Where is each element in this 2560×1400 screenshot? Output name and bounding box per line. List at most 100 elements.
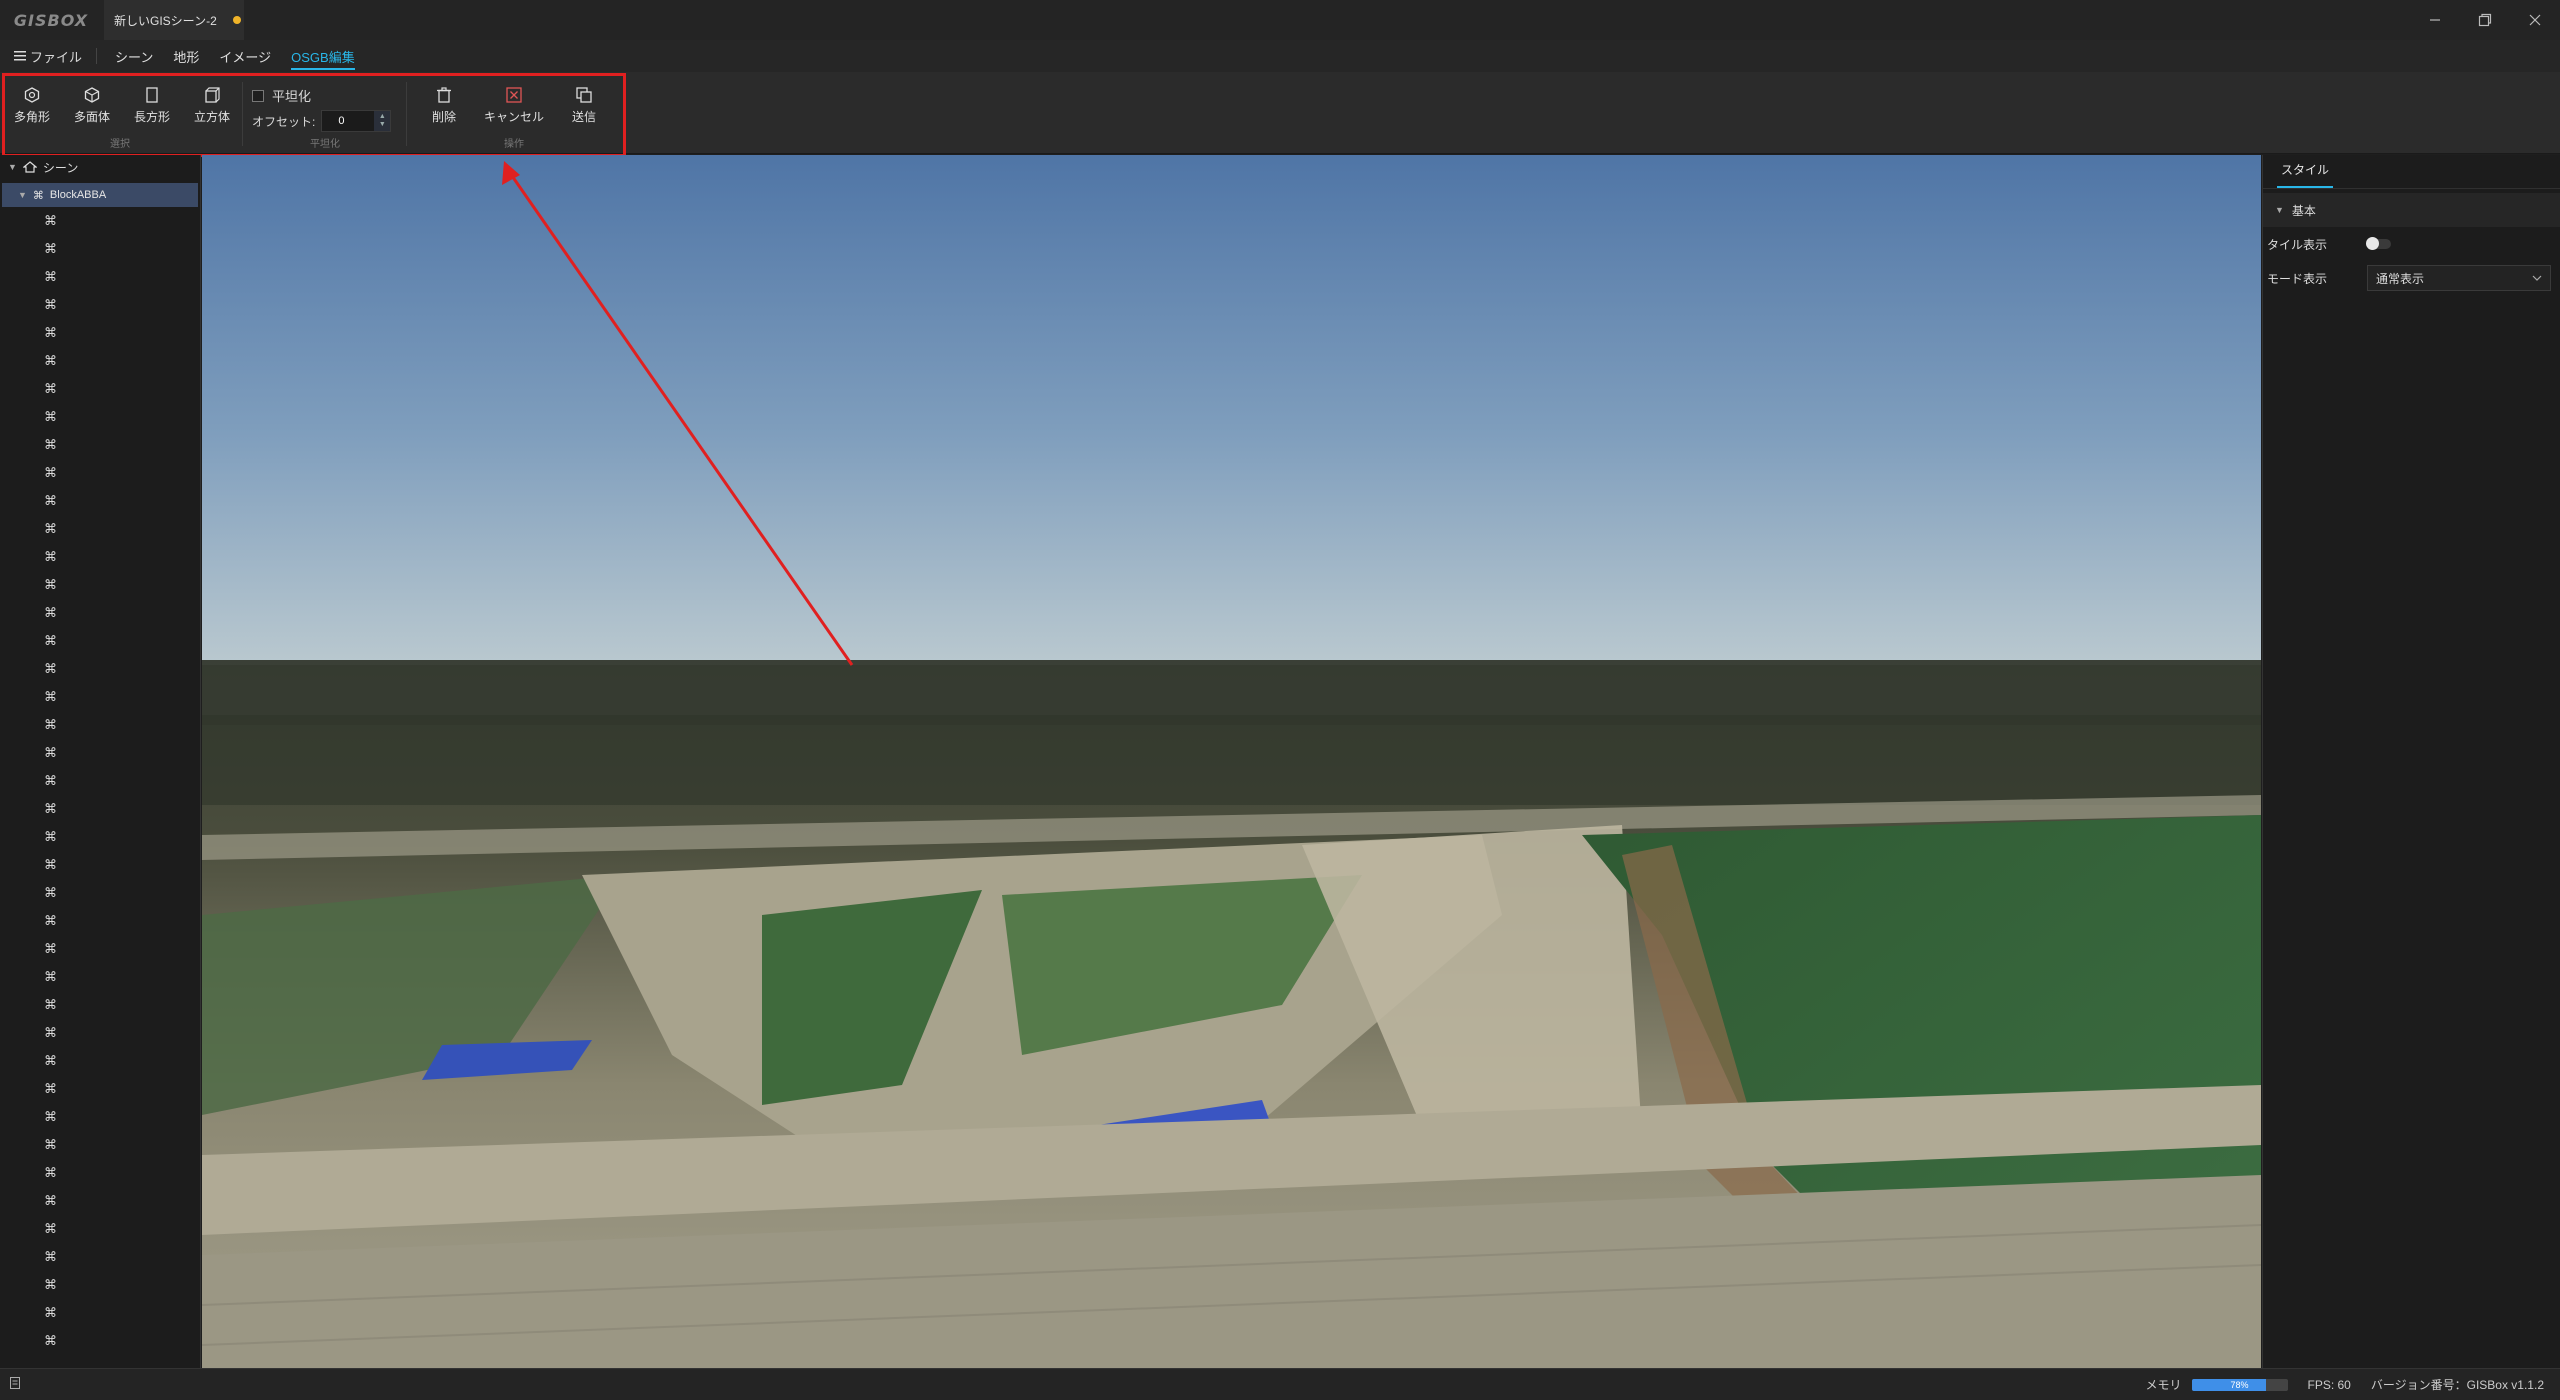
document-tab[interactable]: 新しいGISシーン-2 bbox=[104, 0, 244, 40]
minimize-icon[interactable] bbox=[2410, 0, 2460, 40]
stepper-arrows[interactable]: ▲ ▼ bbox=[374, 111, 391, 131]
send-label: 送信 bbox=[571, 110, 596, 124]
chevron-up-icon[interactable]: ▲ bbox=[379, 113, 386, 121]
tree-child-item[interactable]: ⌘ bbox=[0, 403, 200, 431]
tree-child-item[interactable]: ⌘ bbox=[0, 1215, 200, 1243]
tree-child-item[interactable]: ⌘ bbox=[0, 711, 200, 739]
tree-child-item[interactable]: ⌘ bbox=[0, 235, 200, 263]
tree-child-item[interactable]: ⌘ bbox=[0, 1271, 200, 1299]
mode-display-label: モード表示 bbox=[2267, 271, 2328, 286]
tree-child-item[interactable]: ⌘ bbox=[0, 879, 200, 907]
caret-down-icon[interactable]: ▼ bbox=[8, 162, 17, 172]
sky bbox=[202, 155, 2261, 662]
tile-display-toggle[interactable] bbox=[2366, 237, 2391, 250]
tree-child-item[interactable]: ⌘ bbox=[0, 459, 200, 487]
block-icon: ⌘ bbox=[44, 633, 57, 648]
tree-child-item[interactable]: ⌘ bbox=[0, 347, 200, 375]
send-button[interactable]: 送信 bbox=[556, 86, 612, 125]
tree-child-item[interactable]: ⌘ bbox=[0, 991, 200, 1019]
tree-child-item[interactable]: ⌘ bbox=[0, 1131, 200, 1159]
tree-child-item[interactable]: ⌘ bbox=[0, 823, 200, 851]
tree-child-item[interactable]: ⌘ bbox=[0, 599, 200, 627]
properties-panel: スタイル ▼ 基本 タイル表示 モード表示 通常表示 bbox=[2262, 155, 2560, 1368]
block-icon: ⌘ bbox=[44, 325, 57, 340]
flatten-checkbox-label: 平坦化 bbox=[272, 89, 312, 104]
caret-down-icon[interactable]: ▼ bbox=[18, 190, 27, 200]
tree-child-item[interactable]: ⌘ bbox=[0, 767, 200, 795]
tab-style[interactable]: スタイル bbox=[2277, 161, 2334, 188]
offset-value[interactable]: 0 bbox=[338, 115, 344, 127]
cancel-button[interactable]: キャンセル bbox=[474, 86, 554, 125]
block-icon: ⌘ bbox=[44, 409, 57, 424]
mode-display-value: 通常表示 bbox=[2376, 271, 2425, 286]
flatten-checkbox[interactable] bbox=[252, 89, 264, 102]
tab-scene[interactable]: シーン bbox=[105, 40, 163, 72]
tree-child-item[interactable]: ⌘ bbox=[0, 1299, 200, 1327]
3d-viewport[interactable] bbox=[202, 155, 2261, 1368]
tree-child-item[interactable]: ⌘ bbox=[0, 795, 200, 823]
tree-child-item[interactable]: ⌘ bbox=[0, 207, 200, 235]
menu-divider bbox=[96, 48, 98, 64]
file-menu[interactable]: ファイル bbox=[0, 40, 96, 72]
block-icon: ⌘ bbox=[44, 801, 57, 816]
tab-osgb-edit[interactable]: OSGB編集 bbox=[281, 40, 365, 72]
block-icon: ⌘ bbox=[44, 1277, 57, 1292]
offset-stepper[interactable]: 0 ▲ ▼ bbox=[321, 110, 392, 132]
caret-down-icon[interactable]: ▼ bbox=[2275, 205, 2284, 215]
scene-icon bbox=[22, 161, 37, 173]
tree-child-item[interactable]: ⌘ bbox=[0, 1327, 200, 1355]
rectangle-label: 長方形 bbox=[133, 110, 170, 124]
tree-item-blockabba[interactable]: ▼ ⌘ BlockABBA bbox=[2, 183, 198, 207]
mode-display-select[interactable]: 通常表示 bbox=[2367, 265, 2551, 291]
tree-child-item[interactable]: ⌘ bbox=[0, 963, 200, 991]
block-icon: ⌘ bbox=[44, 1025, 57, 1040]
status-doc-icon[interactable] bbox=[0, 1377, 20, 1392]
tree-child-item[interactable]: ⌘ bbox=[0, 907, 200, 935]
rectangle-button[interactable]: 長方形 bbox=[124, 86, 180, 125]
chevron-down-icon[interactable]: ▼ bbox=[379, 121, 386, 129]
block-icon: ⌘ bbox=[44, 381, 57, 396]
cube-button[interactable]: 立方体 bbox=[184, 86, 240, 125]
block-icon: ⌘ bbox=[44, 1193, 57, 1208]
tree-child-item[interactable]: ⌘ bbox=[0, 319, 200, 347]
tree-child-item[interactable]: ⌘ bbox=[0, 1047, 200, 1075]
ribbon-divider bbox=[242, 82, 243, 146]
block-icon: ⌘ bbox=[44, 605, 57, 620]
tree-child-item[interactable]: ⌘ bbox=[0, 739, 200, 767]
tree-child-item[interactable]: ⌘ bbox=[0, 263, 200, 291]
block-icon: ⌘ bbox=[44, 549, 57, 564]
tree-child-item[interactable]: ⌘ bbox=[0, 1019, 200, 1047]
tree-child-item[interactable]: ⌘ bbox=[0, 375, 200, 403]
block-icon: ⌘ bbox=[44, 661, 57, 676]
block-icon: ⌘ bbox=[44, 353, 57, 368]
tree-child-item[interactable]: ⌘ bbox=[0, 1103, 200, 1131]
tree-child-item[interactable]: ⌘ bbox=[0, 655, 200, 683]
tree-child-item[interactable]: ⌘ bbox=[0, 571, 200, 599]
tree-child-item[interactable]: ⌘ bbox=[0, 487, 200, 515]
tree-child-item[interactable]: ⌘ bbox=[0, 515, 200, 543]
tree-child-item[interactable]: ⌘ bbox=[0, 683, 200, 711]
block-icon: ⌘ bbox=[44, 857, 57, 872]
tree-child-item[interactable]: ⌘ bbox=[0, 543, 200, 571]
tree-child-item[interactable]: ⌘ bbox=[0, 431, 200, 459]
block-icon: ⌘ bbox=[44, 1249, 57, 1264]
polygon-button[interactable]: 多角形 bbox=[4, 86, 60, 125]
tree-child-item[interactable]: ⌘ bbox=[0, 851, 200, 879]
section-basic[interactable]: ▼ 基本 bbox=[2263, 193, 2560, 227]
tree-child-item[interactable]: ⌘ bbox=[0, 627, 200, 655]
tree-child-item[interactable]: ⌘ bbox=[0, 1159, 200, 1187]
tree-child-item[interactable]: ⌘ bbox=[0, 935, 200, 963]
restore-icon[interactable] bbox=[2460, 0, 2510, 40]
flatten-checkbox-row[interactable]: 平坦化 bbox=[252, 86, 311, 105]
tab-imagery[interactable]: イメージ bbox=[209, 40, 281, 72]
tree-root-scene[interactable]: ▼ シーン bbox=[0, 155, 200, 179]
block-icon: ⌘ bbox=[44, 745, 57, 760]
tree-child-item[interactable]: ⌘ bbox=[0, 1243, 200, 1271]
close-icon[interactable] bbox=[2510, 0, 2560, 40]
tree-child-item[interactable]: ⌘ bbox=[0, 291, 200, 319]
polyhedron-button[interactable]: 多面体 bbox=[64, 86, 120, 125]
tab-terrain[interactable]: 地形 bbox=[163, 40, 209, 72]
tree-child-item[interactable]: ⌘ bbox=[0, 1187, 200, 1215]
delete-button[interactable]: 削除 bbox=[416, 86, 472, 125]
tree-child-item[interactable]: ⌘ bbox=[0, 1075, 200, 1103]
